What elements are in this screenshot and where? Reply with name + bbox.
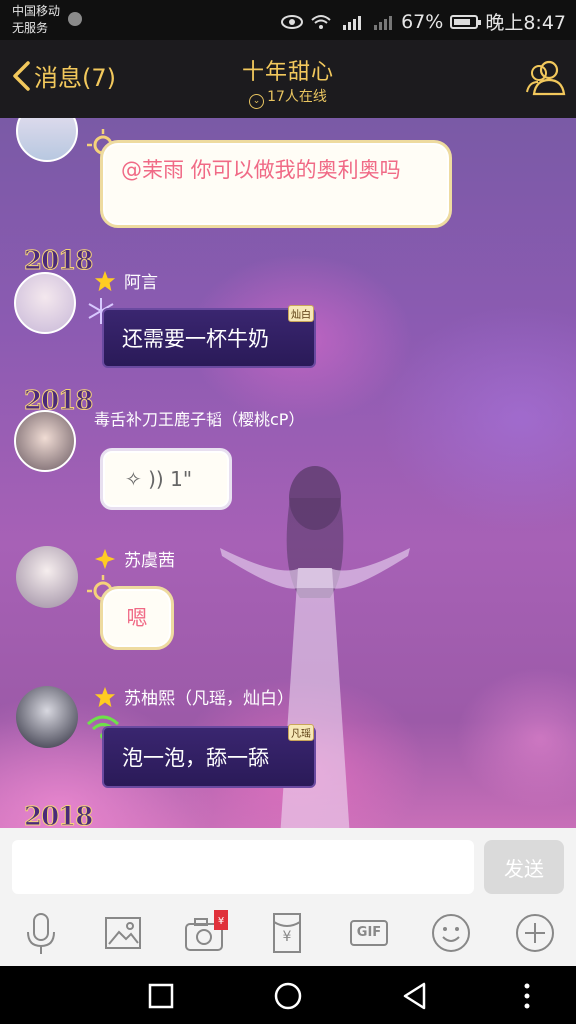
chat-header: 消息(7) 十年甜心 ⌄ 17人在线 — [0, 40, 576, 118]
home-icon[interactable] — [273, 981, 303, 1011]
message-bubble[interactable]: @茉雨 你可以做我的奥利奥吗 — [100, 140, 452, 228]
chat-toolbar: ¥ ¥ GIF — [0, 900, 576, 966]
avatar[interactable] — [16, 118, 78, 162]
avatar[interactable] — [16, 546, 78, 608]
microphone-icon[interactable] — [18, 910, 64, 956]
eye-icon — [281, 14, 304, 29]
send-button[interactable]: 发送 — [484, 840, 564, 894]
group-members-icon[interactable] — [524, 56, 568, 100]
message-text: 还需要一杯牛奶 — [122, 327, 269, 351]
emoji-icon[interactable] — [428, 910, 474, 956]
sender-row: 阿言 — [94, 268, 158, 293]
message-text: 嗯 — [126, 606, 148, 630]
voice-wave-icon: ✧ )) — [125, 467, 164, 491]
message-text: 泡一泡，舔一舔 — [122, 746, 269, 770]
chevron-down-icon: ⌄ — [249, 94, 265, 109]
message-bubble[interactable]: 还需要一杯牛奶 — [102, 308, 316, 368]
red-packet-icon[interactable]: ¥ — [264, 910, 310, 956]
diamond-badge-icon — [94, 548, 116, 569]
sender-name: 阿言 — [124, 273, 158, 293]
year-badge: 2018 — [23, 246, 93, 277]
battery-icon — [450, 14, 482, 29]
signal-icon-2 — [374, 15, 393, 30]
notification-dot-icon — [68, 12, 82, 26]
more-options-icon[interactable] — [512, 981, 542, 1011]
recent-apps-icon[interactable] — [146, 981, 176, 1011]
group-title: 十年甜心 — [241, 60, 334, 85]
message-text: @茉雨 你可以做我的奥利奥吗 — [121, 158, 401, 182]
sender-name: 苏柚熙（凡瑶，灿白） — [124, 689, 294, 709]
camera-icon[interactable]: ¥ — [182, 910, 228, 956]
chat-area[interactable]: @茉雨 你可以做我的奥利奥吗 2018 阿言 还需要一杯牛奶 灿白 2018 毒… — [0, 118, 576, 828]
message-input[interactable] — [12, 840, 474, 894]
message-bubble[interactable]: 泡一泡，舔一舔 — [102, 726, 316, 788]
voice-duration: 1" — [170, 467, 193, 491]
input-bar: 发送 — [0, 828, 576, 900]
avatar[interactable] — [16, 686, 78, 748]
sender-name: 苏虞茜 — [124, 551, 175, 571]
carrier-info: 中国移动 无服务 — [12, 3, 60, 37]
voice-message-bubble[interactable]: ✧ )) 1" — [100, 448, 232, 510]
sender-row: 苏柚熙（凡瑶，灿白） — [94, 684, 294, 709]
carrier-name: 中国移动 — [12, 4, 61, 18]
avatar[interactable] — [14, 410, 76, 472]
gif-icon[interactable]: GIF — [346, 910, 392, 956]
signal-icon — [343, 15, 362, 30]
gif-label: GIF — [350, 920, 388, 946]
sender-name: 毒舌补刀王鹿子韬（樱桃cP） — [94, 410, 305, 429]
back-nav-icon[interactable] — [400, 981, 430, 1011]
message-bubble[interactable]: 嗯 — [100, 586, 174, 650]
bubble-tag: 灿白 — [288, 305, 314, 322]
status-indicators: 67% 晚上8:47 — [281, 8, 566, 35]
plus-icon[interactable] — [512, 910, 558, 956]
bubble-tag: 凡瑶 — [288, 724, 314, 741]
star-icon — [94, 270, 116, 291]
clock: 晚上8:47 — [485, 12, 566, 34]
image-icon[interactable] — [100, 910, 146, 956]
packet-label: ¥ — [282, 929, 292, 945]
sender-row: 毒舌补刀王鹿子韬（樱桃cP） — [94, 406, 304, 430]
service-status: 无服务 — [12, 21, 49, 35]
online-text: 17人在线 — [267, 89, 327, 105]
system-nav-bar — [0, 966, 576, 1024]
svg-text:¥: ¥ — [218, 916, 224, 927]
wifi-icon — [311, 14, 331, 29]
star-icon — [94, 686, 116, 707]
status-bar: 中国移动 无服务 67% 晚上8:47 — [0, 0, 576, 40]
online-count[interactable]: ⌄ 17人在线 — [0, 86, 576, 109]
year-badge: 2018 — [23, 802, 93, 829]
avatar[interactable] — [14, 272, 76, 334]
battery-percent: 67% — [401, 10, 444, 33]
sender-row: 苏虞茜 — [94, 546, 175, 571]
